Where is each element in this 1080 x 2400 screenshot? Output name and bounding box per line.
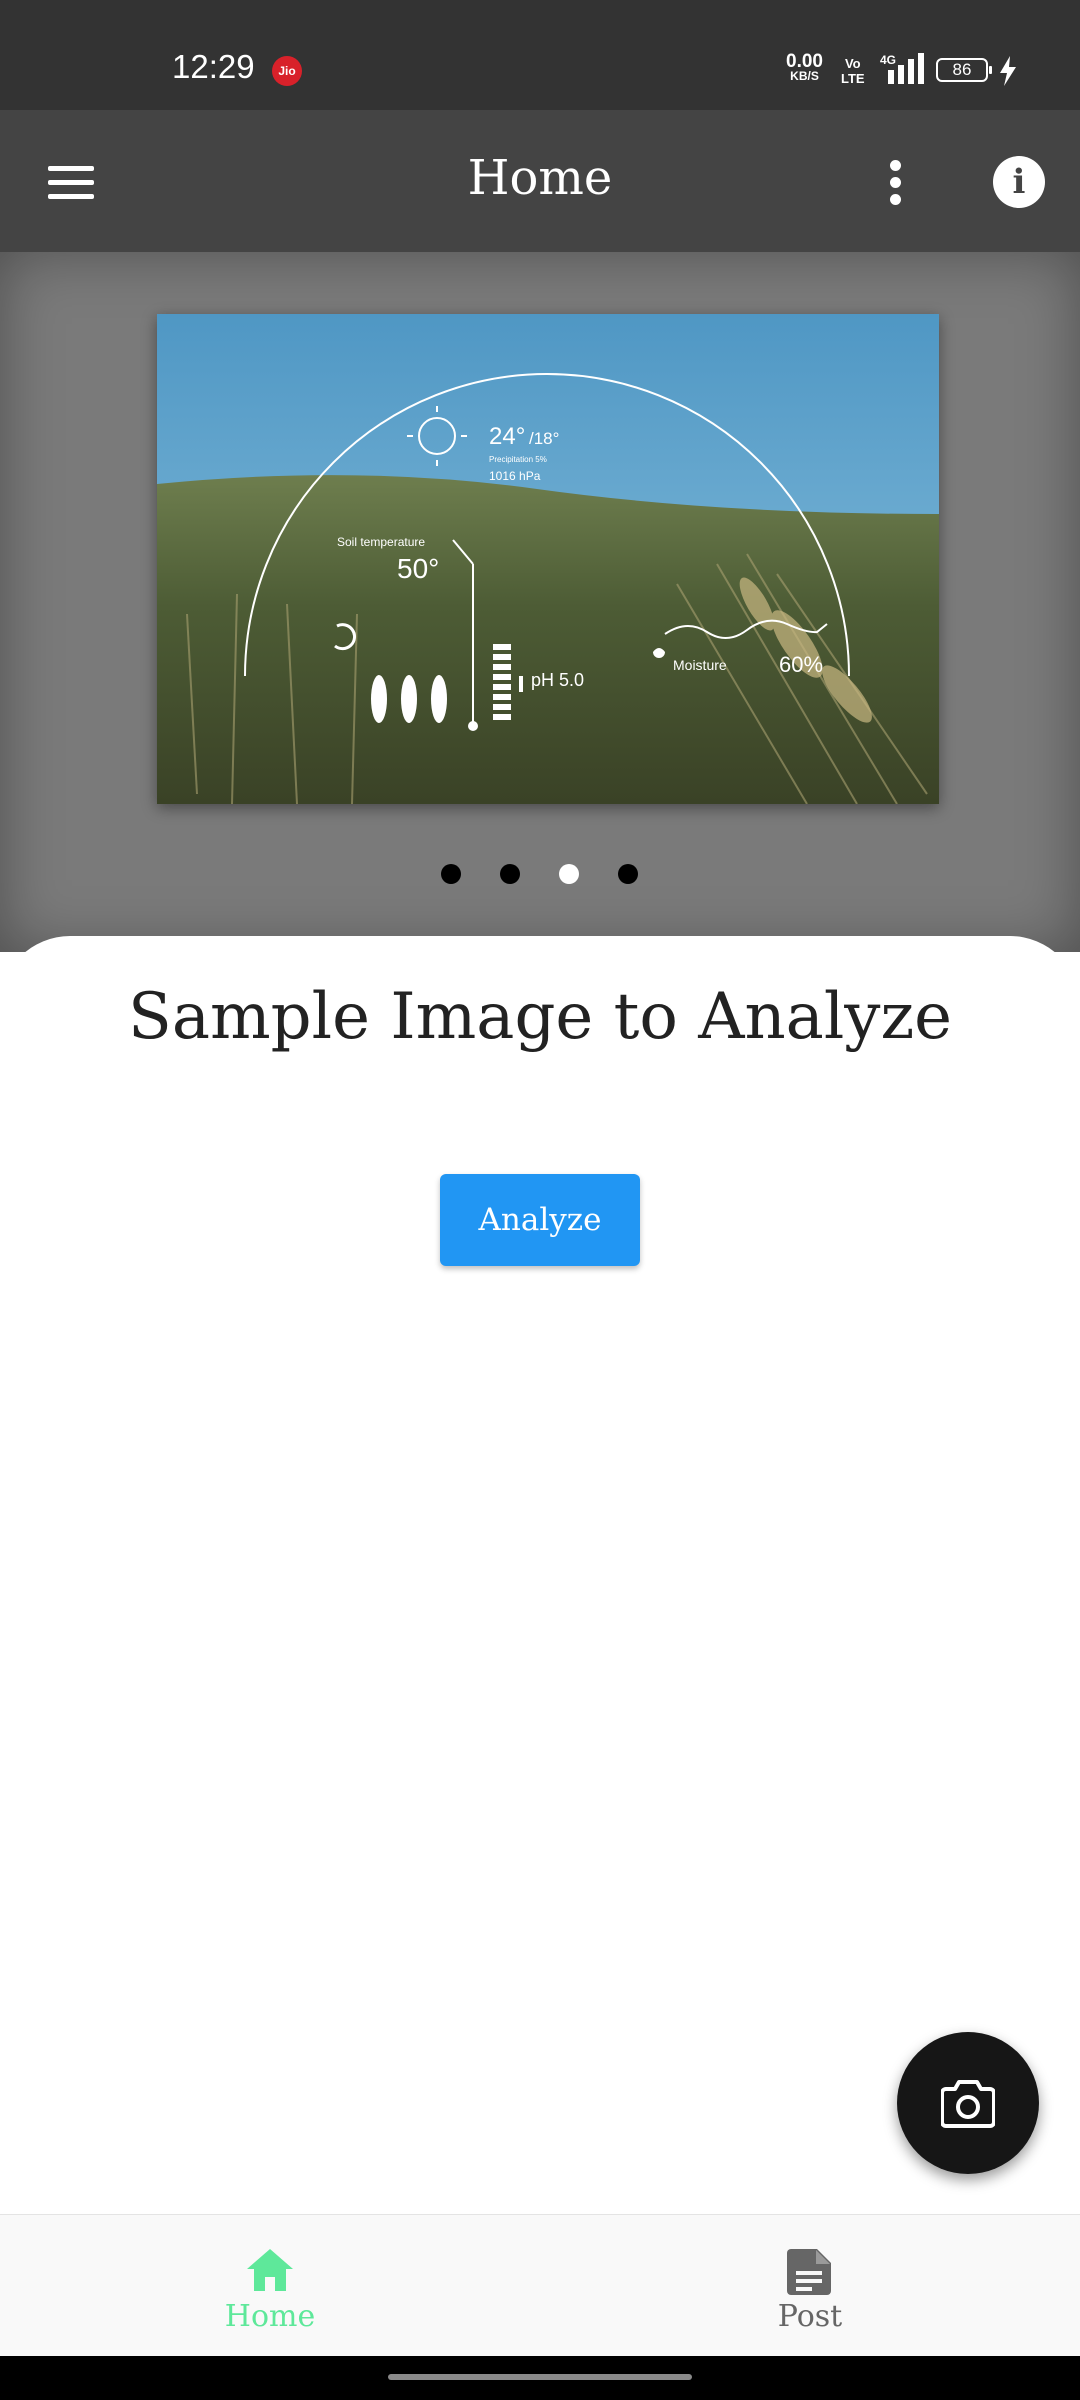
carousel-image[interactable]: 24° /18° Precipitation 5% 1016 hPa Soil …	[157, 314, 939, 804]
hud-temperature: 24°	[489, 423, 525, 450]
carousel-dot[interactable]	[500, 864, 520, 884]
battery-level: 86	[952, 60, 972, 79]
system-gesture-area	[0, 2356, 1080, 2400]
info-icon[interactable]: i	[993, 156, 1045, 208]
carousel-dot[interactable]	[618, 864, 638, 884]
volte-top: Vo	[844, 56, 861, 71]
network-speed-value: 0.00	[786, 51, 823, 72]
hud-precipitation: Precipitation 5%	[489, 455, 547, 464]
analyze-panel: Sample Image to Analyze Analyze	[0, 936, 1080, 2216]
gesture-handle[interactable]	[388, 2374, 692, 2380]
app-bar: Home i	[0, 110, 1080, 252]
charging-icon	[998, 56, 1018, 90]
status-time: 12:29	[172, 48, 255, 85]
signal-icon: 4G	[880, 52, 926, 90]
hud-moisture-value: 60%	[779, 652, 823, 677]
network-type: 4G	[880, 53, 896, 67]
hud-soil-value: 50°	[397, 553, 439, 584]
home-icon	[247, 2249, 293, 2291]
nav-label-post: Post	[777, 2299, 843, 2334]
network-speed-unit: KB/S	[790, 69, 819, 83]
network-speed: 0.00 KB/S	[786, 51, 823, 84]
panel-title: Sample Image to Analyze	[127, 980, 953, 1054]
carousel-dot-active[interactable]	[559, 864, 579, 884]
nav-item-home[interactable]: Home	[0, 2215, 540, 2357]
carousel-dot[interactable]	[441, 864, 461, 884]
camera-icon	[941, 2080, 995, 2128]
carrier-badge: Jio	[272, 56, 302, 86]
carousel-indicator	[0, 864, 1080, 886]
nav-item-post[interactable]: Post	[540, 2215, 1080, 2357]
volte-indicator: Vo LTE	[841, 56, 865, 86]
analyze-button[interactable]: Analyze	[440, 1174, 640, 1266]
camera-fab-button[interactable]	[897, 2032, 1039, 2174]
bottom-navigation: Home Post	[0, 2214, 1080, 2357]
nav-label-home: Home	[224, 2299, 316, 2334]
hud-temperature-low: /18°	[529, 429, 559, 448]
status-bar: 12:29 Jio 0.00 KB/S Vo LTE 4G 86	[0, 0, 1080, 110]
hud-ph: pH 5.0	[531, 670, 584, 690]
document-icon	[787, 2249, 831, 2295]
hud-moisture-label: Moisture	[673, 657, 727, 673]
hud-soil-label: Soil temperature	[337, 535, 425, 549]
volte-bottom: LTE	[841, 71, 865, 86]
image-carousel[interactable]: 24° /18° Precipitation 5% 1016 hPa Soil …	[0, 252, 1080, 952]
page-title: Home	[467, 150, 613, 206]
battery-icon: 86	[936, 58, 992, 82]
more-vert-icon[interactable]	[884, 158, 908, 206]
hud-pressure: 1016 hPa	[489, 469, 541, 483]
